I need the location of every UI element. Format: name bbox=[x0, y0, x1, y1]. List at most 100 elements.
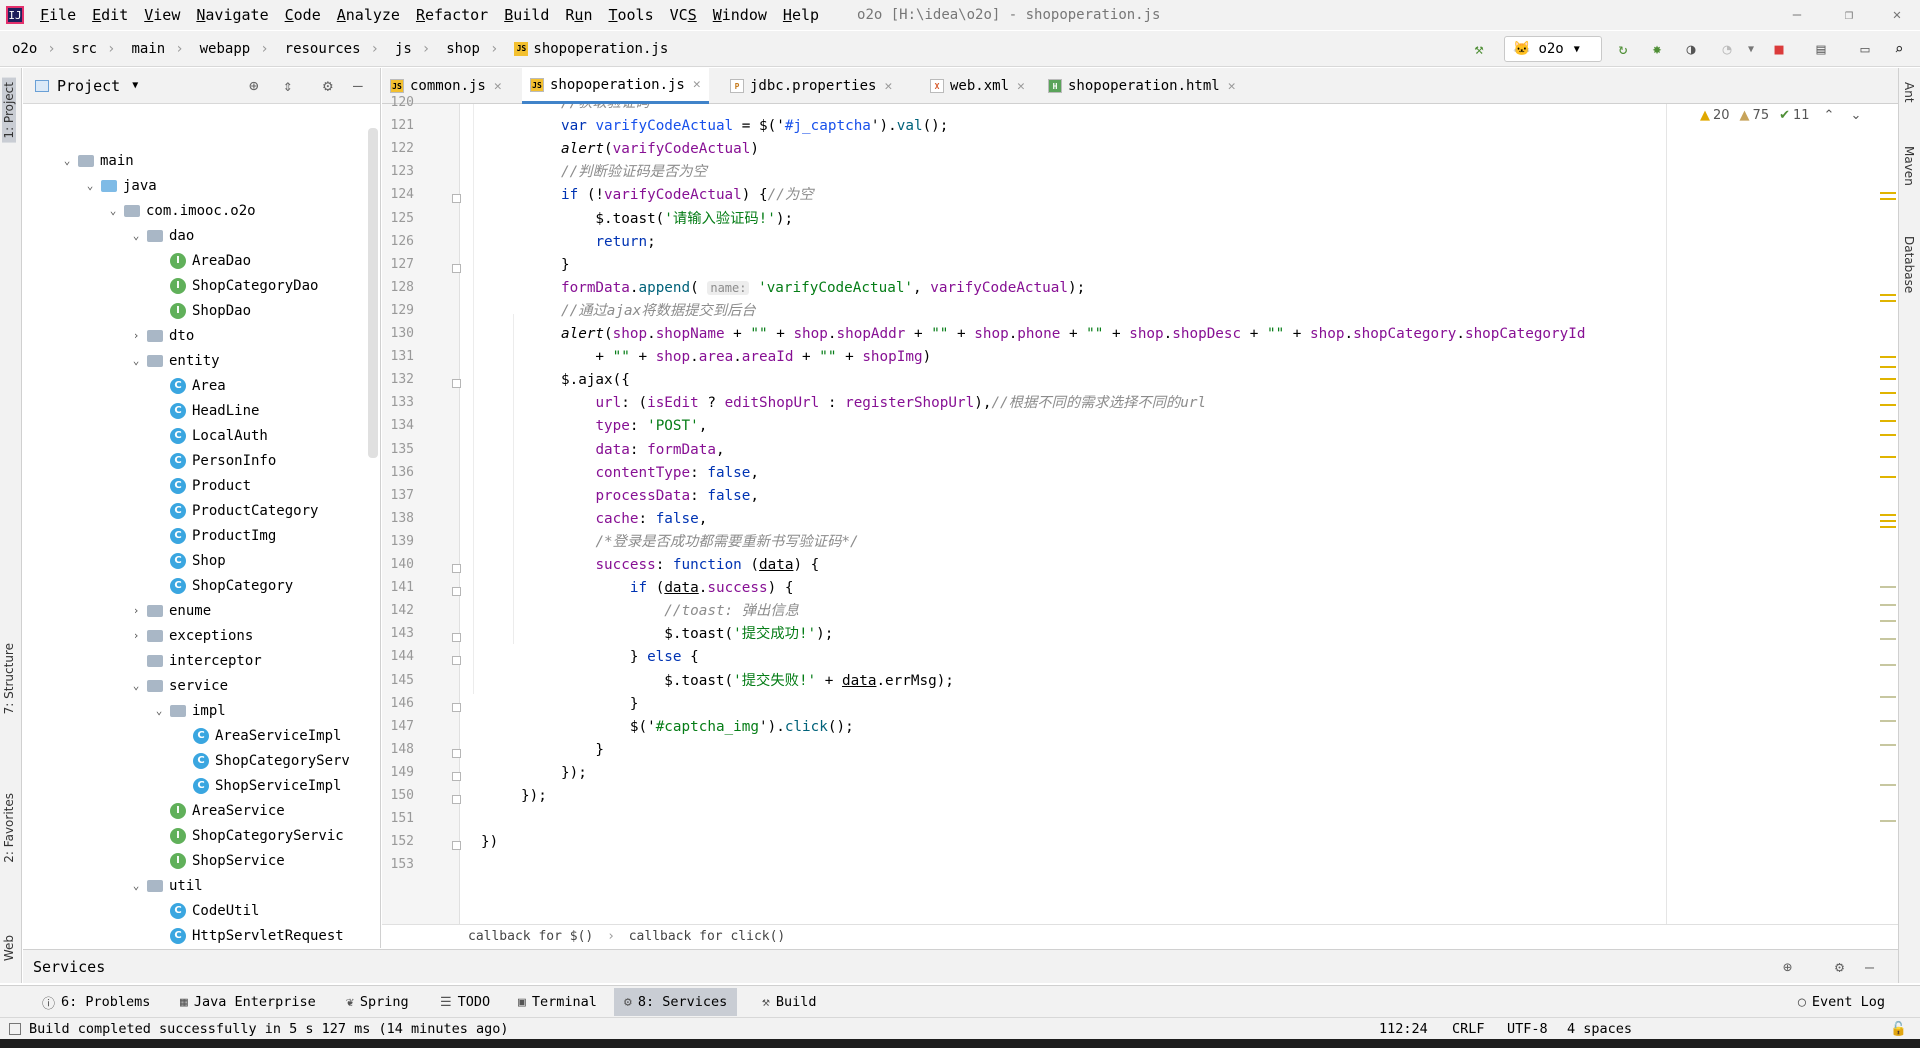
tree-node[interactable]: I AreaService bbox=[151, 798, 285, 823]
tree-node[interactable]: I ShopDao bbox=[151, 298, 251, 323]
next-highlight-icon[interactable]: ⌄ bbox=[1850, 108, 1861, 123]
chevron-right-icon[interactable]: › bbox=[128, 329, 144, 342]
breadcrumb-item[interactable]: resources › bbox=[273, 41, 383, 57]
line-number[interactable]: 140 bbox=[382, 557, 414, 572]
line-number[interactable]: 125 bbox=[382, 211, 414, 226]
menu-tools[interactable]: Tools bbox=[600, 0, 661, 30]
line-number[interactable]: 142 bbox=[382, 603, 414, 618]
breadcrumb-item[interactable]: main › bbox=[119, 41, 187, 57]
line-number[interactable]: 130 bbox=[382, 326, 414, 341]
error-stripe-mark[interactable] bbox=[1880, 520, 1896, 522]
line-number[interactable]: 138 bbox=[382, 511, 414, 526]
error-stripe-mark[interactable] bbox=[1880, 476, 1896, 478]
tool-tab-favorites[interactable]: 2: Favorites bbox=[2, 793, 16, 863]
line-number[interactable]: 134 bbox=[382, 418, 414, 433]
menu-vcs[interactable]: VCS bbox=[662, 0, 705, 30]
tool-tab-structure[interactable]: 7: Structure bbox=[2, 643, 16, 714]
error-stripe[interactable] bbox=[1880, 104, 1898, 924]
error-stripe-mark[interactable] bbox=[1880, 526, 1896, 528]
fold-marker-icon[interactable] bbox=[452, 656, 461, 666]
menu-analyze[interactable]: Analyze bbox=[329, 0, 408, 30]
error-stripe-mark[interactable] bbox=[1880, 720, 1896, 722]
error-stripe-mark[interactable] bbox=[1880, 300, 1896, 302]
chevron-down-icon[interactable]: ⌄ bbox=[82, 179, 98, 192]
breadcrumb-item[interactable]: callback for $() bbox=[468, 929, 593, 944]
tool-window-button[interactable]: ⚒ Build bbox=[752, 988, 826, 1016]
menu-build[interactable]: Build bbox=[496, 0, 557, 30]
tree-node[interactable]: I ShopCategoryServic bbox=[151, 823, 344, 848]
menu-refactor[interactable]: Refactor bbox=[408, 0, 496, 30]
build-hammer-icon[interactable]: ⚒ bbox=[1464, 31, 1494, 67]
breadcrumb-item[interactable]: o2o › bbox=[0, 41, 60, 57]
tree-node[interactable]: C HeadLine bbox=[151, 398, 259, 423]
breadcrumb-item[interactable]: callback for click() bbox=[629, 929, 786, 944]
tool-window-button[interactable]: ☰ TODO bbox=[430, 988, 500, 1016]
line-number[interactable]: 137 bbox=[382, 488, 414, 503]
chevron-down-icon[interactable]: ⌄ bbox=[128, 879, 144, 892]
fold-marker-icon[interactable] bbox=[452, 379, 461, 389]
error-stripe-mark[interactable] bbox=[1880, 404, 1896, 406]
status-message[interactable]: Build completed successfully in 5 s 127 … bbox=[29, 1021, 509, 1037]
line-number[interactable]: 127 bbox=[382, 257, 414, 272]
line-number[interactable]: 147 bbox=[382, 719, 414, 734]
tree-node[interactable]: C AreaServiceImpl bbox=[174, 723, 341, 748]
close-icon[interactable]: ✕ bbox=[693, 77, 701, 92]
tool-tab-web[interactable]: Web bbox=[2, 935, 16, 961]
error-stripe-mark[interactable] bbox=[1880, 638, 1896, 640]
line-number[interactable]: 139 bbox=[382, 534, 414, 549]
caret-position[interactable]: 112:24 bbox=[1379, 1021, 1428, 1037]
tree-node[interactable]: C ProductImg bbox=[151, 523, 276, 548]
line-number[interactable]: 153 bbox=[382, 857, 414, 872]
close-icon[interactable]: ✕ bbox=[1017, 79, 1025, 94]
tree-node[interactable]: ⌄ dao bbox=[128, 223, 195, 248]
error-stripe-mark[interactable] bbox=[1880, 198, 1896, 200]
line-number[interactable]: 143 bbox=[382, 626, 414, 641]
fold-marker-icon[interactable] bbox=[452, 633, 461, 643]
tree-node[interactable]: C CodeUtil bbox=[151, 898, 259, 923]
breadcrumb-item[interactable]: src › bbox=[60, 41, 120, 57]
error-stripe-mark[interactable] bbox=[1880, 696, 1896, 698]
tree-node[interactable]: ⌄ java bbox=[82, 173, 157, 198]
line-number[interactable]: 151 bbox=[382, 811, 414, 826]
coverage-icon[interactable]: ◑ bbox=[1676, 31, 1706, 67]
close-icon[interactable]: ✕ bbox=[1228, 79, 1236, 94]
line-number[interactable]: 135 bbox=[382, 442, 414, 457]
line-number[interactable]: 144 bbox=[382, 649, 414, 664]
previous-highlight-icon[interactable]: ⌃ bbox=[1824, 108, 1835, 123]
breadcrumb-item[interactable]: webapp › bbox=[188, 41, 273, 57]
line-number[interactable]: 122 bbox=[382, 141, 414, 156]
line-number[interactable]: 120 bbox=[382, 95, 414, 110]
tree-node[interactable]: ⌄ service bbox=[128, 673, 228, 698]
fold-marker-icon[interactable] bbox=[452, 748, 461, 758]
error-stripe-mark[interactable] bbox=[1880, 192, 1896, 194]
menu-run[interactable]: Run bbox=[557, 0, 600, 30]
minimize-icon[interactable]: — bbox=[1774, 0, 1820, 30]
chevron-down-icon[interactable]: ▼ bbox=[132, 80, 138, 91]
line-number[interactable]: 123 bbox=[382, 164, 414, 179]
line-number[interactable]: 133 bbox=[382, 395, 414, 410]
inspection-widget[interactable]: ▲ 20 ▲ 75 ✔ 11 ⌃ ⌄ bbox=[1700, 108, 1861, 123]
line-number[interactable]: 131 bbox=[382, 349, 414, 364]
file-encoding[interactable]: UTF-8 bbox=[1507, 1021, 1548, 1037]
error-stripe-mark[interactable] bbox=[1880, 744, 1896, 746]
breadcrumb-item[interactable]: shop › bbox=[434, 41, 502, 57]
line-number[interactable]: 124 bbox=[382, 187, 414, 202]
error-stripe-mark[interactable] bbox=[1880, 392, 1896, 394]
lock-icon[interactable]: 🔓 bbox=[1890, 1021, 1907, 1037]
tree-node[interactable]: C ShopServiceImpl bbox=[174, 773, 341, 798]
line-number[interactable]: 145 bbox=[382, 673, 414, 688]
indent-setting[interactable]: 4 spaces bbox=[1567, 1021, 1632, 1037]
error-stripe-mark[interactable] bbox=[1880, 820, 1896, 822]
breadcrumb-item[interactable]: js › bbox=[383, 41, 434, 57]
menu-navigate[interactable]: Navigate bbox=[188, 0, 276, 30]
tool-tab-maven[interactable]: Maven bbox=[1902, 146, 1916, 186]
close-icon[interactable]: ✕ bbox=[884, 79, 892, 94]
tool-window-button[interactable]: ⚙ 8: Services bbox=[614, 988, 738, 1016]
tree-node[interactable]: C HttpServletRequest bbox=[151, 923, 344, 948]
toggle-tool-windows-icon[interactable] bbox=[9, 1022, 21, 1035]
tree-node[interactable]: › dto bbox=[128, 323, 195, 348]
tree-node[interactable]: C Area bbox=[151, 373, 226, 398]
menu-help[interactable]: Help bbox=[775, 0, 827, 30]
chevron-down-icon[interactable]: ⌄ bbox=[128, 229, 144, 242]
line-number[interactable]: 132 bbox=[382, 372, 414, 387]
